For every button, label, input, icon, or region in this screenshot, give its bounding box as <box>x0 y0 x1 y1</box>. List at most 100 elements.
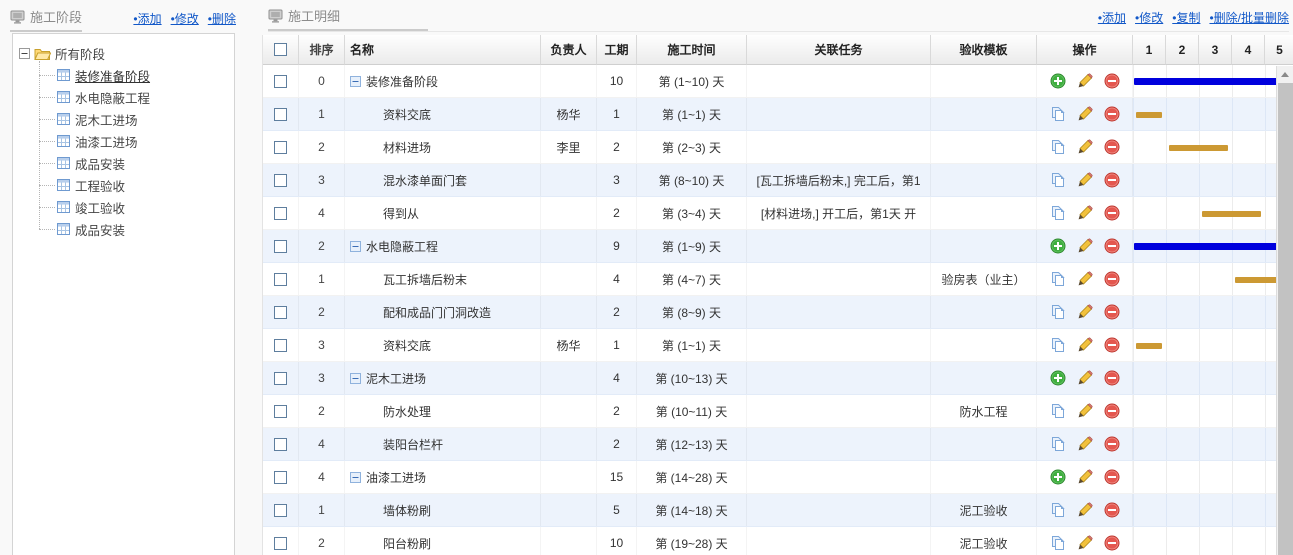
col-name[interactable]: 名称 <box>345 35 541 65</box>
col-owner[interactable]: 负责人 <box>541 35 597 65</box>
delete-icon[interactable] <box>1104 469 1120 485</box>
edit-icon[interactable] <box>1077 370 1093 386</box>
copy-icon[interactable] <box>1050 106 1066 122</box>
add-icon[interactable] <box>1050 73 1066 89</box>
edit-icon[interactable] <box>1077 139 1093 155</box>
col-day-5[interactable]: 5 <box>1265 35 1293 65</box>
scroll-up-button[interactable] <box>1277 66 1293 82</box>
delete-icon[interactable] <box>1104 337 1120 353</box>
copy-icon[interactable] <box>1050 436 1066 452</box>
tree-item[interactable]: 泥木工进场 <box>39 108 228 130</box>
add-icon[interactable] <box>1050 238 1066 254</box>
row-checkbox[interactable] <box>274 140 287 154</box>
collapse-icon[interactable] <box>19 47 30 59</box>
collapse-row-icon[interactable] <box>350 75 361 87</box>
col-template[interactable]: 验收模板 <box>931 35 1037 65</box>
copy-icon[interactable] <box>1050 535 1066 551</box>
copy-icon[interactable] <box>1050 502 1066 518</box>
edit-icon[interactable] <box>1077 238 1093 254</box>
row-checkbox[interactable] <box>274 404 287 418</box>
delete-icon[interactable] <box>1104 535 1120 551</box>
edit-icon[interactable] <box>1077 403 1093 419</box>
tree-root[interactable]: 所有阶段 <box>19 42 228 64</box>
edit-icon[interactable] <box>1077 502 1093 518</box>
delete-icon[interactable] <box>1104 502 1120 518</box>
edit-icon[interactable] <box>1077 304 1093 320</box>
edit-icon[interactable] <box>1077 205 1093 221</box>
edit-icon[interactable] <box>1077 106 1093 122</box>
action-link[interactable]: •修改 <box>171 12 199 26</box>
edit-icon[interactable] <box>1077 469 1093 485</box>
row-checkbox[interactable] <box>274 470 287 484</box>
select-all-checkbox[interactable] <box>274 43 287 56</box>
copy-icon[interactable] <box>1050 337 1066 353</box>
copy-icon[interactable] <box>1050 271 1066 287</box>
edit-icon[interactable] <box>1077 73 1093 89</box>
edit-icon[interactable] <box>1077 436 1093 452</box>
row-select-cell <box>263 296 299 328</box>
row-checkbox[interactable] <box>274 338 287 352</box>
collapse-row-icon[interactable] <box>350 471 361 483</box>
tree-item[interactable]: 竣工验收 <box>39 196 228 218</box>
tree-item[interactable]: 工程验收 <box>39 174 228 196</box>
col-day-4[interactable]: 4 <box>1232 35 1265 65</box>
delete-icon[interactable] <box>1104 370 1120 386</box>
row-checkbox[interactable] <box>274 536 287 550</box>
col-time[interactable]: 施工时间 <box>637 35 747 65</box>
scrollbar-thumb[interactable] <box>1278 83 1293 555</box>
edit-icon[interactable] <box>1077 271 1093 287</box>
delete-icon[interactable] <box>1104 172 1120 188</box>
edit-icon[interactable] <box>1077 337 1093 353</box>
tree-item[interactable]: 水电隐蔽工程 <box>39 86 228 108</box>
col-day-2[interactable]: 2 <box>1166 35 1199 65</box>
col-related[interactable]: 关联任务 <box>747 35 931 65</box>
action-link[interactable]: •添加 <box>1098 11 1126 25</box>
delete-icon[interactable] <box>1104 139 1120 155</box>
row-checkbox[interactable] <box>274 239 287 253</box>
delete-icon[interactable] <box>1104 238 1120 254</box>
copy-icon[interactable] <box>1050 139 1066 155</box>
copy-icon[interactable] <box>1050 403 1066 419</box>
row-checkbox[interactable] <box>274 437 287 451</box>
action-link[interactable]: •复制 <box>1172 11 1200 25</box>
collapse-row-icon[interactable] <box>350 372 361 384</box>
col-operations[interactable]: 操作 <box>1037 35 1133 65</box>
row-checkbox[interactable] <box>274 173 287 187</box>
action-link[interactable]: •添加 <box>133 12 161 26</box>
copy-icon[interactable] <box>1050 205 1066 221</box>
row-checkbox[interactable] <box>274 503 287 517</box>
row-checkbox[interactable] <box>274 272 287 286</box>
edit-icon[interactable] <box>1077 535 1093 551</box>
col-day-1[interactable]: 1 <box>1133 35 1166 65</box>
row-checkbox[interactable] <box>274 305 287 319</box>
copy-icon[interactable] <box>1050 172 1066 188</box>
delete-icon[interactable] <box>1104 271 1120 287</box>
tree-item[interactable]: 油漆工进场 <box>39 130 228 152</box>
delete-icon[interactable] <box>1104 73 1120 89</box>
tree-item[interactable]: 成品安装 <box>39 218 228 240</box>
delete-icon[interactable] <box>1104 205 1120 221</box>
delete-icon[interactable] <box>1104 106 1120 122</box>
action-link[interactable]: •修改 <box>1135 11 1163 25</box>
col-order[interactable]: 排序 <box>299 35 345 65</box>
collapse-row-icon[interactable] <box>350 240 361 252</box>
row-checkbox[interactable] <box>274 206 287 220</box>
action-link[interactable]: •删除/批量删除 <box>1209 11 1289 25</box>
tree-item[interactable]: 装修准备阶段 <box>39 64 228 86</box>
col-duration[interactable]: 工期 <box>597 35 637 65</box>
add-icon[interactable] <box>1050 370 1066 386</box>
delete-icon[interactable] <box>1104 436 1120 452</box>
vertical-scrollbar[interactable] <box>1276 66 1293 555</box>
tree-item[interactable]: 成品安装 <box>39 152 228 174</box>
action-link[interactable]: •删除 <box>208 12 236 26</box>
col-day-3[interactable]: 3 <box>1199 35 1232 65</box>
delete-icon[interactable] <box>1104 403 1120 419</box>
add-icon[interactable] <box>1050 469 1066 485</box>
copy-icon[interactable] <box>1050 304 1066 320</box>
row-checkbox[interactable] <box>274 107 287 121</box>
row-checkbox[interactable] <box>274 74 287 88</box>
edit-icon[interactable] <box>1077 172 1093 188</box>
row-checkbox[interactable] <box>274 371 287 385</box>
delete-icon[interactable] <box>1104 304 1120 320</box>
row-template <box>931 164 1037 196</box>
